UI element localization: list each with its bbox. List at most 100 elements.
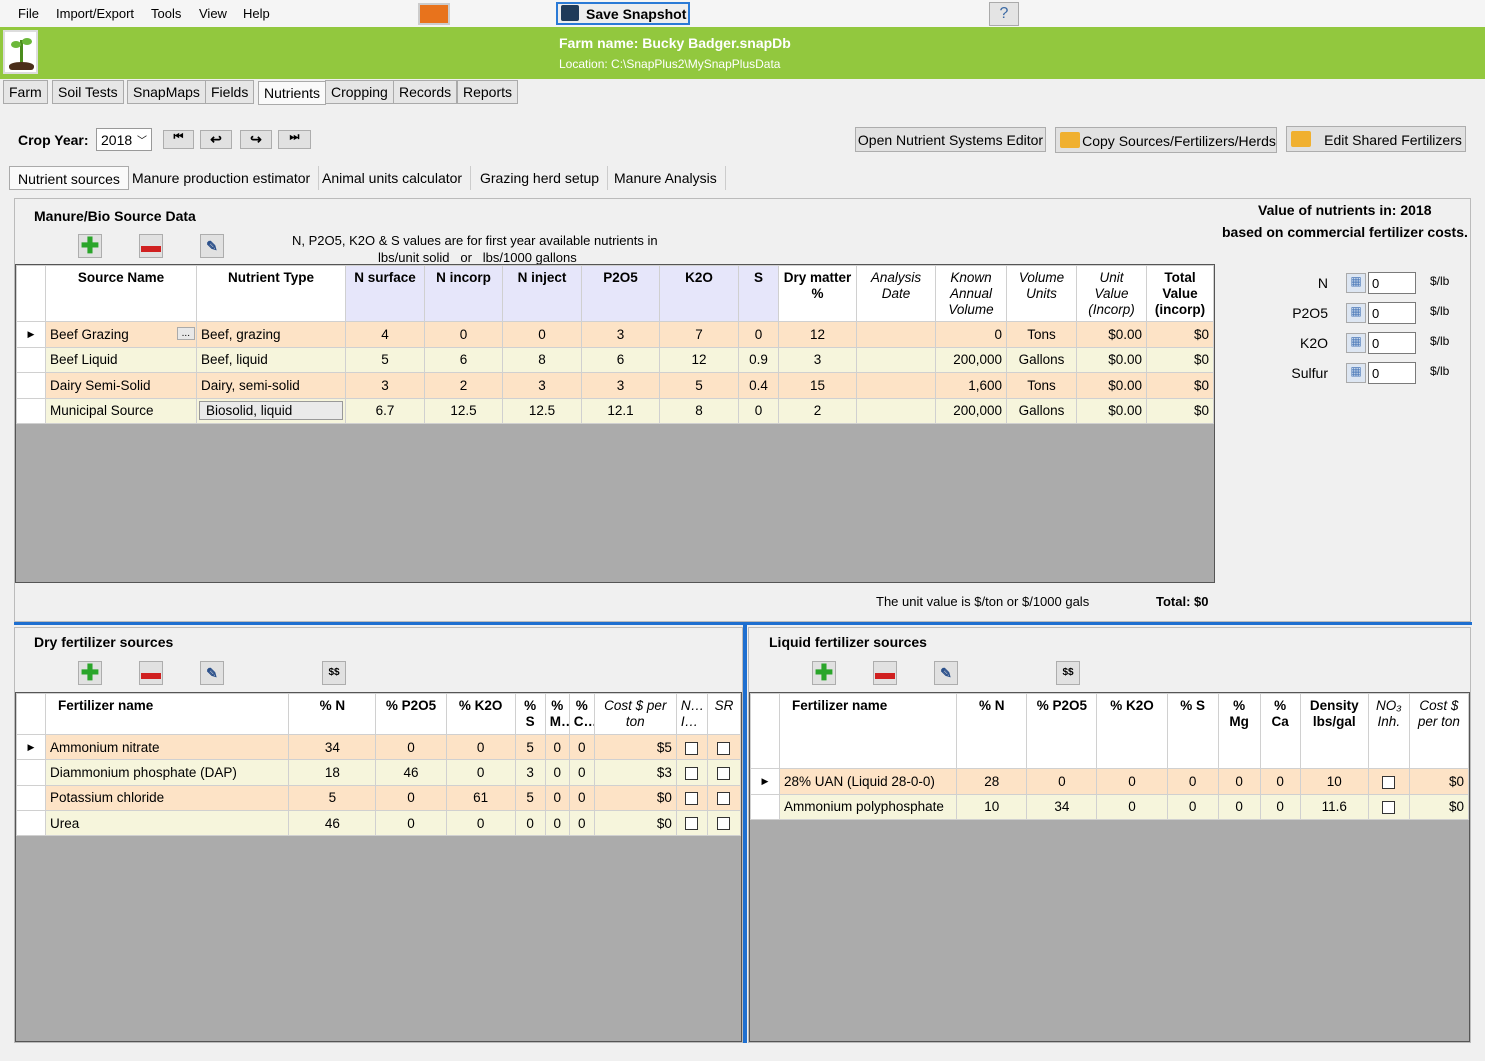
cell[interactable]: Tons — [1006, 321, 1077, 348]
column-header[interactable]: K2O — [659, 265, 739, 322]
cell[interactable]: 46 — [375, 759, 447, 786]
column-header[interactable]: Unit Value (Incorp) — [1076, 265, 1147, 322]
tab-nutrients[interactable]: Nutrients — [258, 81, 327, 105]
cell[interactable]: 3 — [581, 372, 660, 399]
cell[interactable]: $0 — [1408, 768, 1469, 795]
subtab-animal-units-calculator[interactable]: Animal units calculator — [314, 166, 472, 190]
liquid-grid[interactable]: Fertilizer name% N% P2O5% K2O% S% Mg% Ca… — [749, 692, 1470, 1042]
column-header[interactable]: Volume Units — [1006, 265, 1077, 322]
column-header[interactable]: Analysis Date — [856, 265, 936, 322]
cell[interactable] — [675, 759, 708, 786]
dry-cost-button[interactable]: $$ — [322, 661, 346, 685]
row-selector[interactable] — [16, 346, 46, 373]
cell[interactable]: 1,600 — [935, 372, 1007, 399]
cell[interactable]: Urea — [45, 809, 290, 837]
cell[interactable]: 0 — [445, 759, 516, 786]
value-input-3[interactable]: 0 — [1368, 362, 1416, 384]
cell[interactable]: $3 — [593, 759, 677, 786]
add-source-button[interactable]: ✚ — [78, 234, 102, 258]
cell[interactable]: 4 — [345, 321, 425, 348]
column-header[interactable]: % Mg — [544, 693, 570, 735]
cell[interactable] — [706, 784, 741, 811]
cell[interactable] — [706, 733, 741, 761]
cell[interactable]: Gallons — [1006, 346, 1077, 373]
cell[interactable]: 0 — [1259, 768, 1301, 795]
cell[interactable]: 0 — [445, 733, 516, 761]
cell[interactable]: 0 — [375, 809, 447, 837]
column-header[interactable]: % N — [956, 693, 1028, 769]
tab-cropping[interactable]: Cropping — [325, 80, 394, 104]
cell[interactable]: 15 — [778, 372, 857, 399]
cell[interactable]: 12.5 — [502, 397, 582, 424]
cell[interactable]: 0 — [1166, 793, 1219, 820]
checkbox[interactable] — [717, 766, 731, 780]
column-header[interactable]: Known Annual Volume — [935, 265, 1007, 322]
cell[interactable]: Dairy Semi-Solid — [45, 372, 197, 399]
table-row[interactable]: ▶ Ammonium nitrate 34 0 0 5 0 0 $5 — [16, 733, 741, 761]
menu-import-export[interactable]: Import/Export — [56, 6, 134, 21]
tab-reports[interactable]: Reports — [457, 80, 519, 104]
cell[interactable]: 28 — [956, 768, 1028, 795]
checkbox[interactable] — [1382, 801, 1396, 815]
cell[interactable]: 5 — [345, 346, 425, 373]
cell[interactable]: 12.1 — [581, 397, 660, 424]
previous-year-button[interactable]: ↩ — [200, 130, 232, 149]
column-header[interactable]: Cost $ per ton — [1408, 693, 1469, 769]
cell[interactable] — [856, 397, 936, 424]
column-header[interactable]: Nutrient Type — [196, 265, 346, 322]
cell[interactable]: 0 — [375, 733, 447, 761]
dry-grid[interactable]: Fertilizer name% N% P2O5% K2O% S% Mg% Ca… — [15, 692, 742, 1042]
subtab-nutrient-sources[interactable]: Nutrient sources — [9, 166, 129, 190]
edit-shared-fertilizers-button[interactable]: Edit Shared Fertilizers — [1286, 126, 1466, 152]
cell[interactable]: 34 — [1026, 793, 1098, 820]
cell[interactable]: 0 — [935, 321, 1007, 348]
cell[interactable] — [675, 809, 708, 837]
next-year-button[interactable]: ↪ — [240, 130, 272, 149]
cell[interactable]: 5 — [514, 784, 546, 811]
cell[interactable]: 12 — [659, 346, 739, 373]
cell[interactable]: 5 — [659, 372, 739, 399]
cell[interactable]: $0 — [1146, 321, 1214, 348]
column-header[interactable]: % K2O — [1096, 693, 1168, 769]
cell[interactable]: 0.4 — [738, 372, 779, 399]
cell[interactable]: $0.00 — [1076, 372, 1147, 399]
cell[interactable]: Diammonium phosphate (DAP) — [45, 759, 290, 786]
column-header[interactable]: % S — [1166, 693, 1219, 769]
value-input-2[interactable]: 0 — [1368, 332, 1416, 354]
cell[interactable]: 3 — [502, 372, 582, 399]
menu-file[interactable]: File — [18, 6, 39, 21]
column-header[interactable]: S — [738, 265, 779, 322]
add-dry-button[interactable]: ✚ — [78, 661, 102, 685]
cell[interactable] — [706, 759, 741, 786]
cell[interactable]: 10 — [956, 793, 1028, 820]
cell[interactable]: 0 — [1026, 768, 1098, 795]
cell[interactable]: 11.6 — [1299, 793, 1369, 820]
column-header[interactable]: % K2O — [445, 693, 516, 735]
cell[interactable] — [856, 346, 936, 373]
cell[interactable]: $0 — [1146, 397, 1214, 424]
edit-source-button[interactable]: ✎ — [200, 234, 224, 258]
calculator-icon[interactable]: ▦ — [1346, 273, 1366, 293]
cell[interactable]: 0 — [568, 809, 595, 837]
last-year-button[interactable]: ⏭ — [278, 130, 311, 149]
splitter[interactable] — [743, 625, 747, 1043]
cell[interactable]: 18 — [288, 759, 377, 786]
cell[interactable]: 0 — [1096, 768, 1168, 795]
cell[interactable]: $0 — [1408, 793, 1469, 820]
column-header[interactable]: Density lbs/gal — [1299, 693, 1369, 769]
edit-liquid-button[interactable]: ✎ — [934, 661, 958, 685]
cell[interactable]: 0 — [544, 759, 570, 786]
subtab-manure-production-estimator[interactable]: Manure production estimator — [124, 166, 320, 190]
column-header[interactable]: SR — [706, 693, 741, 735]
cell[interactable]: $0.00 — [1076, 346, 1147, 373]
checkbox[interactable] — [717, 817, 731, 831]
cell[interactable]: 61 — [445, 784, 516, 811]
cell[interactable] — [856, 372, 936, 399]
cell[interactable]: Tons — [1006, 372, 1077, 399]
menu-help[interactable]: Help — [243, 6, 270, 21]
table-row[interactable]: Diammonium phosphate (DAP) 18 46 0 3 0 0 $3 — [16, 759, 741, 786]
row-selector[interactable] — [750, 793, 781, 820]
tab-soil-tests[interactable]: Soil Tests — [52, 80, 124, 104]
cell[interactable]: Biosolid, liquid — [196, 397, 346, 424]
column-header[interactable]: % Ca — [568, 693, 595, 735]
